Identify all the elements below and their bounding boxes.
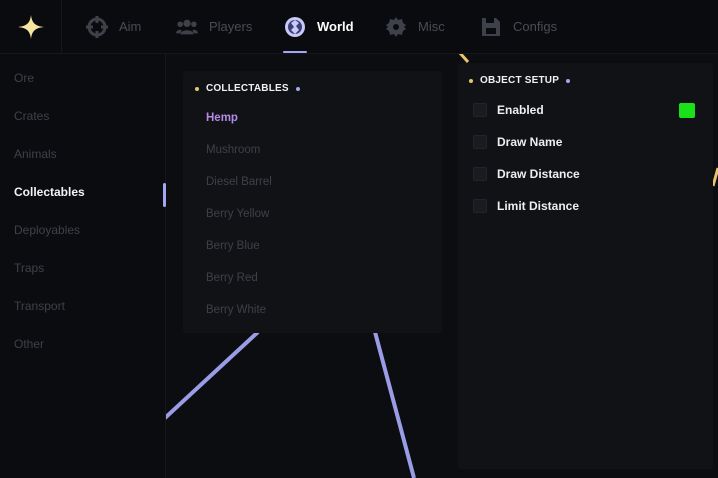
sidebar-item-crates[interactable]: Crates (14, 109, 49, 123)
checkbox-label: Enabled (497, 103, 544, 117)
object-setup-panel: OBJECT SETUP Enabled Draw Name Draw Dist… (458, 63, 713, 469)
title-dot-icon (295, 86, 300, 91)
collectable-item-hemp[interactable]: Hemp (206, 112, 238, 124)
sidebar: Ore Crates Animals Collectables Deployab… (0, 54, 166, 478)
panel-title-text: COLLECTABLES (206, 83, 289, 94)
collectable-item-mushroom[interactable]: Mushroom (206, 144, 260, 156)
logo (0, 0, 62, 53)
active-sidebar-indicator (163, 183, 166, 207)
draw-distance-checkbox-row[interactable]: Draw Distance (473, 167, 580, 181)
tab-misc[interactable]: Misc (385, 0, 445, 53)
collectable-item-berry-white[interactable]: Berry White (206, 304, 266, 316)
title-dot-icon (195, 86, 199, 91)
object-setup-panel-title: OBJECT SETUP (469, 75, 571, 86)
tab-label: Configs (513, 19, 558, 34)
title-dot-icon (566, 78, 571, 83)
collectable-item-berry-yellow[interactable]: Berry Yellow (206, 208, 269, 220)
tab-label: Misc (418, 19, 445, 34)
collectable-item-berry-red[interactable]: Berry Red (206, 272, 258, 284)
globe-icon (284, 16, 306, 38)
enabled-checkbox-row[interactable]: Enabled (473, 103, 544, 117)
sidebar-item-animals[interactable]: Animals (14, 147, 57, 161)
limit-distance-checkbox[interactable] (473, 199, 487, 213)
gear-icon (385, 16, 407, 38)
checkbox-label: Draw Distance (497, 167, 580, 181)
limit-distance-checkbox-row[interactable]: Limit Distance (473, 199, 579, 213)
collectable-item-diesel-barrel[interactable]: Diesel Barrel (206, 176, 272, 188)
sidebar-item-transport[interactable]: Transport (14, 299, 65, 313)
enabled-color-picker[interactable] (679, 103, 695, 118)
checkbox-label: Draw Name (497, 135, 563, 149)
tab-label: World (317, 19, 354, 34)
users-icon (176, 16, 198, 38)
top-navigation-bar: Aim Players World Misc Configs (0, 0, 718, 54)
collectables-panel: COLLECTABLES Hemp Mushroom Diesel Barrel… (183, 71, 442, 333)
sidebar-item-deployables[interactable]: Deployables (14, 223, 80, 237)
background-line (458, 52, 470, 63)
title-dot-icon (469, 78, 473, 83)
tab-players[interactable]: Players (176, 0, 252, 53)
collectables-panel-title: COLLECTABLES (195, 83, 300, 94)
sidebar-item-collectables[interactable]: Collectables (14, 185, 85, 199)
tab-aim[interactable]: Aim (86, 0, 141, 53)
tab-label: Aim (119, 19, 142, 34)
enabled-checkbox[interactable] (473, 103, 487, 117)
active-tab-indicator (283, 51, 307, 53)
draw-name-checkbox[interactable] (473, 135, 487, 149)
draw-distance-checkbox[interactable] (473, 167, 487, 181)
background-line (711, 167, 718, 187)
sidebar-item-traps[interactable]: Traps (14, 261, 44, 275)
sidebar-item-ore[interactable]: Ore (14, 71, 34, 85)
checkbox-label: Limit Distance (497, 199, 580, 213)
draw-name-checkbox-row[interactable]: Draw Name (473, 135, 562, 149)
collectable-item-berry-blue[interactable]: Berry Blue (206, 240, 260, 252)
tab-world[interactable]: World (284, 0, 354, 53)
crosshair-icon (86, 15, 108, 38)
tab-configs[interactable]: Configs (480, 0, 557, 53)
sparkle-star-icon (17, 14, 44, 39)
background-line (373, 331, 416, 478)
floppy-disk-icon (480, 16, 502, 38)
tab-label: Players (209, 19, 253, 34)
panel-title-text: OBJECT SETUP (480, 75, 560, 86)
sidebar-item-other[interactable]: Other (14, 337, 44, 351)
